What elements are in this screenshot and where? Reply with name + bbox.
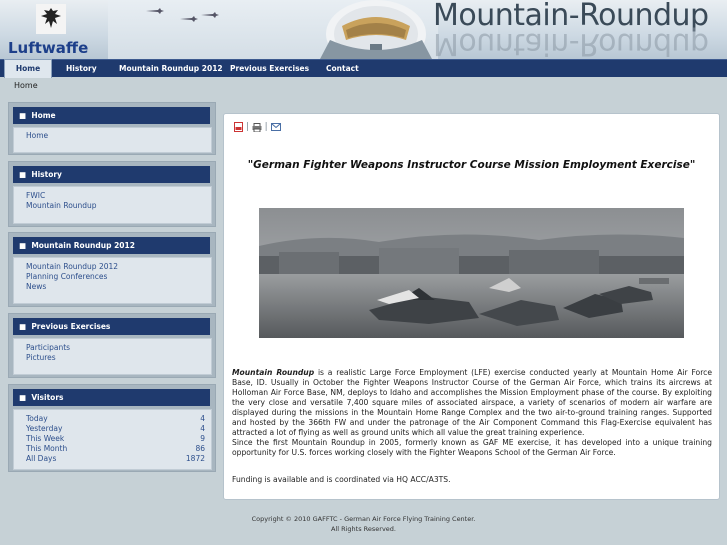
- article-paragraph-2: Since the first Mountain Roundup in 2005…: [232, 438, 712, 457]
- separator: |: [264, 122, 268, 132]
- module-visitors-title: ■ Visitors: [13, 389, 210, 406]
- site-title-reflection: Mountain-Roundup: [433, 26, 709, 59]
- header-banner: [108, 0, 438, 59]
- nav-contact[interactable]: Contact: [326, 60, 359, 77]
- breadcrumb: Home: [14, 81, 38, 90]
- module-home: ■ Home Home: [8, 102, 216, 155]
- module-history-title: ■ History: [13, 166, 210, 183]
- module-previous-exercises: ■ Previous Exercises Participants Pictur…: [8, 313, 216, 378]
- stat-value: 9: [200, 434, 205, 443]
- module-title-text: Visitors: [31, 393, 64, 402]
- link-mr2012[interactable]: Mountain Roundup 2012: [14, 262, 211, 272]
- aircraft-flightline-photo: [259, 208, 684, 338]
- module-mr2012-title: ■ Mountain Roundup 2012: [13, 237, 210, 254]
- nav-mountain-roundup-2012[interactable]: Mountain Roundup 2012: [119, 60, 223, 77]
- article-tools: | |: [234, 122, 281, 132]
- article-lead: Mountain Roundup: [232, 368, 315, 377]
- article-body: Mountain Roundup is a realistic Large Fo…: [232, 368, 712, 458]
- link-planning-conferences[interactable]: Planning Conferences: [14, 272, 211, 282]
- link-news[interactable]: News: [14, 282, 211, 292]
- article-paragraph: Mountain Roundup is a realistic Large Fo…: [232, 368, 712, 438]
- print-icon[interactable]: [252, 122, 262, 132]
- jet-icon: [201, 12, 219, 18]
- article-text: is a realistic Large Force Employment (L…: [232, 368, 712, 437]
- module-title-text: Home: [31, 111, 56, 120]
- link-participants[interactable]: Participants: [14, 343, 211, 353]
- email-icon[interactable]: [270, 123, 281, 131]
- main-nav: Home History Mountain Roundup 2012 Previ…: [0, 59, 727, 78]
- jet-icon: [146, 8, 164, 14]
- visitor-row: Yesterday 4: [14, 424, 211, 434]
- funding-note: Funding is available and is coordinated …: [232, 475, 451, 484]
- pilot-helmet-image: [320, 0, 432, 59]
- stat-value: 1872: [185, 454, 205, 463]
- rights-reserved: All Rights Reserved.: [330, 525, 396, 533]
- stat-value: 4: [200, 424, 205, 433]
- visitor-row: This Week 9: [14, 434, 211, 444]
- module-home-body: Home: [13, 127, 212, 153]
- main-content: | | "German Fighter Weapons Instructor C…: [223, 113, 720, 500]
- site-header: Luftwaffe Mountain-Roundup Mountain-Roun…: [0, 0, 727, 59]
- article-headline: "German Fighter Weapons Instructor Cours…: [247, 159, 696, 171]
- module-home-title: ■ Home: [13, 107, 210, 124]
- federal-eagle-icon: [36, 4, 66, 34]
- site-footer: Copyright © 2010 GAFFTC - German Air For…: [0, 514, 727, 534]
- module-title-text: Mountain Roundup 2012: [31, 241, 135, 250]
- link-pictures[interactable]: Pictures: [14, 353, 211, 363]
- brand-name: Luftwaffe: [8, 39, 89, 57]
- separator: |: [245, 122, 249, 132]
- stat-value: 4: [200, 414, 205, 423]
- module-history: ■ History FWIC Mountain Roundup: [8, 161, 216, 227]
- module-visitors: ■ Visitors Today 4 Yesterday 4 This Week 9 …: [8, 384, 216, 472]
- link-home[interactable]: Home: [14, 131, 211, 141]
- stat-label: This Week: [26, 434, 65, 443]
- module-mr2012: ■ Mountain Roundup 2012 Mountain Roundup…: [8, 232, 216, 307]
- nav-home[interactable]: Home: [4, 59, 52, 78]
- visitor-row: This Month 86: [14, 444, 211, 454]
- module-previous-body: Participants Pictures: [13, 338, 212, 375]
- copyright: Copyright © 2010 GAFFTC - German Air For…: [251, 515, 476, 523]
- module-title-text: Previous Exercises: [31, 322, 111, 331]
- stat-label: Yesterday: [26, 424, 63, 433]
- visitor-counter: Today 4 Yesterday 4 This Week 9 This Month 8…: [13, 409, 212, 470]
- module-history-body: FWIC Mountain Roundup: [13, 186, 212, 224]
- visitor-row: All Days 1872: [14, 454, 211, 464]
- stat-label: Today: [26, 414, 48, 423]
- link-mountain-roundup[interactable]: Mountain Roundup: [14, 201, 211, 211]
- nav-previous-exercises[interactable]: Previous Exercises: [230, 60, 309, 77]
- jet-icon: [180, 16, 198, 22]
- stat-label: All Days: [26, 454, 57, 463]
- module-mr2012-body: Mountain Roundup 2012 Planning Conferenc…: [13, 257, 212, 304]
- pdf-icon[interactable]: [234, 122, 243, 132]
- stat-label: This Month: [26, 444, 68, 453]
- module-title-text: History: [31, 170, 62, 179]
- link-fwic[interactable]: FWIC: [14, 191, 211, 201]
- visitor-row: Today 4: [14, 414, 211, 424]
- luftwaffe-logo[interactable]: Luftwaffe: [6, 3, 102, 57]
- stat-value: 86: [195, 444, 205, 453]
- nav-history[interactable]: History: [66, 60, 97, 77]
- module-previous-title: ■ Previous Exercises: [13, 318, 210, 335]
